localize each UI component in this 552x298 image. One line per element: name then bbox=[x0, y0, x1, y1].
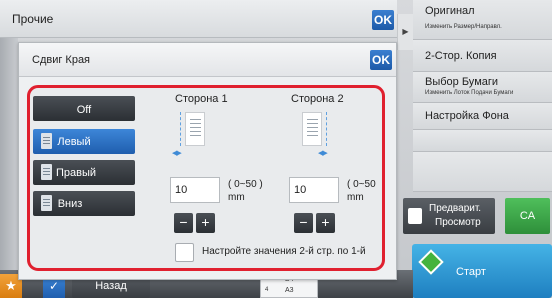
dialog-ok-button[interactable]: OK bbox=[370, 50, 392, 70]
side2-edge-line bbox=[326, 112, 327, 146]
top-ok-button[interactable]: OK bbox=[372, 10, 394, 30]
empty-slot-1 bbox=[413, 130, 552, 152]
paper-subtitle: Изменить Лоток Подачи Бумаги bbox=[425, 90, 514, 96]
option-down-label: Вниз bbox=[57, 198, 83, 210]
collapse-arrow-icon[interactable]: ▶ bbox=[397, 14, 413, 50]
duplex-label: 2-Стор. Копия bbox=[425, 50, 497, 62]
original-title: Оригинал bbox=[425, 5, 475, 17]
start-button[interactable]: Старт bbox=[412, 244, 552, 298]
side2-page-icon bbox=[302, 112, 322, 146]
duplex-copy-button[interactable]: 2-Стор. Копия bbox=[413, 40, 552, 72]
background-setting-button[interactable]: Настройка Фона bbox=[413, 103, 552, 130]
side1-shift-arrows-icon: ◀▶ bbox=[172, 150, 182, 157]
original-button[interactable]: Оригинал Изменить Размер/Направл. bbox=[413, 0, 552, 40]
paper-bottom-size: A3 bbox=[285, 287, 294, 294]
start-icon bbox=[418, 249, 444, 275]
side2-minus-button[interactable]: − bbox=[294, 213, 313, 233]
side2-label: Сторона 2 bbox=[291, 93, 344, 105]
preview-icon bbox=[408, 208, 422, 224]
side1-value-input[interactable]: 10 bbox=[170, 177, 220, 203]
empty-slot-2 bbox=[413, 152, 552, 192]
side1-page-icon bbox=[185, 112, 205, 146]
screen: Прочие OK ▶ Оригинал Изменить Размер/Нап… bbox=[0, 0, 552, 298]
preview-line1: Предварит. bbox=[429, 203, 482, 214]
option-off-button[interactable]: Off bbox=[33, 96, 135, 121]
ca-button[interactable]: CA bbox=[505, 198, 550, 234]
side2-plus-button[interactable]: + bbox=[316, 213, 335, 233]
paper-title: Выбор Бумаги bbox=[425, 76, 499, 88]
background-label: Настройка Фона bbox=[425, 110, 509, 122]
side1-plus-button[interactable]: + bbox=[196, 213, 215, 233]
option-left-button[interactable]: Левый bbox=[33, 129, 135, 154]
preview-button[interactable]: Предварит. Просмотр bbox=[403, 198, 495, 234]
dialog-title: Сдвиг Края bbox=[32, 54, 91, 66]
side1-edge-line bbox=[180, 112, 181, 146]
side2-range: ( 0~50 bbox=[347, 179, 376, 190]
top-title: Прочие bbox=[12, 12, 54, 26]
side1-label: Сторона 1 bbox=[175, 93, 228, 105]
option-right-button[interactable]: Правый bbox=[33, 160, 135, 185]
side1-range: ( 0~50 ) bbox=[228, 179, 263, 190]
side1-minus-button[interactable]: − bbox=[174, 213, 193, 233]
left-edge bbox=[0, 38, 18, 270]
option-left-label: Левый bbox=[57, 136, 91, 148]
option-right-label: Правый bbox=[55, 167, 97, 179]
dialog-header: Сдвиг Края OK bbox=[19, 43, 396, 77]
preview-line2: Просмотр bbox=[435, 217, 481, 228]
option-off-label: Off bbox=[76, 104, 92, 116]
paper-bottom-num: 4 bbox=[265, 287, 269, 293]
original-subtitle: Изменить Размер/Направл. bbox=[425, 24, 502, 30]
side2-shift-arrows-icon: ◀▶ bbox=[318, 150, 328, 157]
top-bar: Прочие OK bbox=[0, 0, 397, 38]
start-label: Старт bbox=[456, 266, 486, 278]
paper-select-button[interactable]: Выбор Бумаги Изменить Лоток Подачи Бумаг… bbox=[413, 72, 552, 103]
side2-unit: mm bbox=[347, 192, 364, 203]
option-down-button[interactable]: Вниз bbox=[33, 191, 135, 216]
same-setting-label: Настройте значения 2-й стр. по 1-й bbox=[202, 246, 366, 257]
side1-unit: mm bbox=[228, 192, 245, 203]
same-setting-checkbox[interactable] bbox=[175, 243, 194, 262]
side2-value-input[interactable]: 10 bbox=[289, 177, 339, 203]
